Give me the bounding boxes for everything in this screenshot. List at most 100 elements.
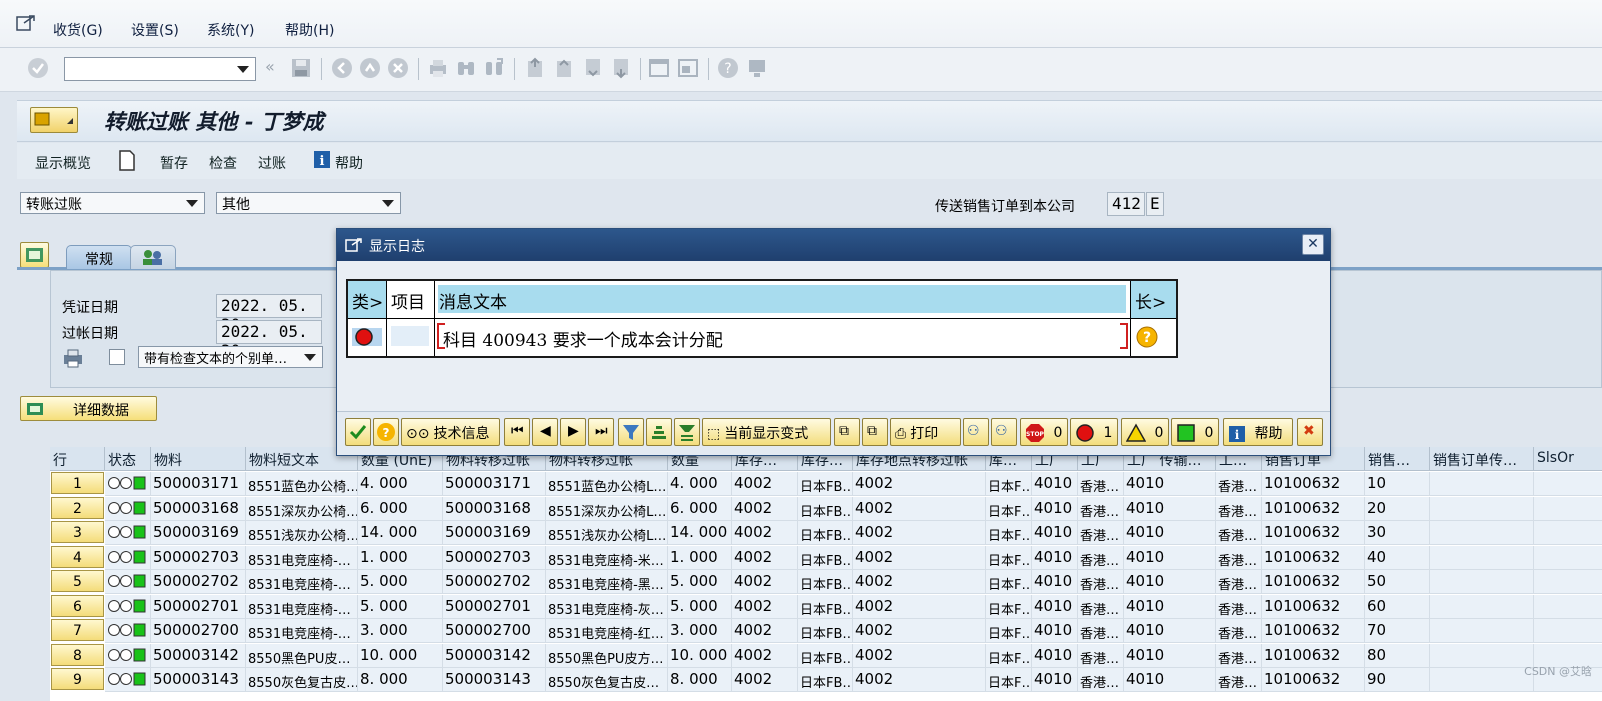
grid-cell-storage-location[interactable]: 4002	[732, 643, 798, 668]
long-text-button[interactable]: ?	[373, 418, 399, 446]
grid-cell-receiving-plant-desc[interactable]: 香港…	[1216, 668, 1262, 692]
grid-cell-receiving-material[interactable]: 500002701	[443, 594, 546, 619]
col-receiving-sales-item-header[interactable]: SlsOr	[1534, 447, 1602, 471]
collapse-button[interactable]: ⧉	[862, 418, 888, 446]
grid-cell-receiving-plant[interactable]: 4010	[1124, 643, 1216, 668]
grid-cell-receiving-sloc-desc[interactable]: 日本F…	[986, 545, 1032, 570]
last-message-button[interactable]: ⏭	[588, 418, 614, 446]
previous-message-button[interactable]: ◀	[532, 418, 558, 446]
previous-page-icon[interactable]	[553, 57, 575, 79]
first-message-button[interactable]: ⏮	[504, 418, 530, 446]
grid-cell-receiving-material-text[interactable]: 8550灰色复古皮…	[546, 668, 668, 692]
current-layout-button[interactable]: ⬚ 当前显示变式	[702, 418, 831, 446]
grid-cell-quantity[interactable]: 8. 000	[358, 668, 443, 692]
col-status-header[interactable]: 状态	[105, 447, 151, 471]
grid-cell-plant[interactable]: 4010	[1032, 668, 1078, 692]
grid-cell-receiving-plant-desc[interactable]: 香港…	[1216, 619, 1262, 643]
long-text-cell[interactable]: ?	[1131, 319, 1176, 356]
stop-filter-button[interactable]: STOP 0	[1020, 418, 1068, 446]
grid-cell-receiving-sales-item[interactable]	[1534, 570, 1602, 594]
grid-cell-storage-location-desc[interactable]: 日本FB…	[798, 668, 853, 692]
grid-cell-receiving-material[interactable]: 500002702	[443, 570, 546, 594]
back-icon[interactable]	[331, 57, 353, 79]
row-selector-button[interactable]: 7	[51, 619, 104, 641]
grid-cell-receiving-quantity[interactable]: 6. 000	[668, 496, 732, 521]
grid-cell-receiving-quantity[interactable]: 8. 000	[668, 668, 732, 692]
dialog-cancel-button[interactable]: ✖	[1297, 418, 1323, 446]
grid-cell-material-text[interactable]: 8531电竞座椅-…	[246, 570, 358, 594]
grid-cell-receiving-quantity[interactable]: 1. 000	[668, 545, 732, 570]
grid-cell-plant[interactable]: 4010	[1032, 594, 1078, 619]
row-selector-button[interactable]: 4	[51, 545, 104, 568]
grid-cell-receiving-quantity[interactable]: 14. 000	[668, 521, 732, 545]
grid-cell-material-text[interactable]: 8551浅灰办公椅…	[246, 521, 358, 545]
grid-cell-plant-desc[interactable]: 香港…	[1078, 472, 1124, 496]
find-button[interactable]: ⚇	[963, 418, 989, 446]
grid-cell-storage-location-desc[interactable]: 日本FB…	[798, 570, 853, 594]
grid-cell-plant[interactable]: 4010	[1032, 545, 1078, 570]
long-text-help-icon[interactable]: ?	[1135, 326, 1159, 350]
grid-cell-sales-order-item[interactable]: 80	[1365, 643, 1430, 668]
new-session-icon[interactable]	[648, 57, 670, 79]
col-item-header[interactable]: 项目	[387, 281, 435, 319]
grid-cell-sales-order-item[interactable]: 20	[1365, 496, 1430, 521]
print-button[interactable]: ⎙ 打印	[890, 418, 961, 446]
grid-cell-receiving-sloc-desc[interactable]: 日本F…	[986, 472, 1032, 496]
grid-cell-receiving-plant[interactable]: 4010	[1124, 545, 1216, 570]
grid-cell-receiving-plant-desc[interactable]: 香港…	[1216, 594, 1262, 619]
grid-cell-material-text[interactable]: 8531电竞座椅-…	[246, 594, 358, 619]
grid-cell-quantity[interactable]: 5. 000	[358, 594, 443, 619]
row-selector-button[interactable]: 2	[51, 496, 104, 519]
grid-cell-receiving-material-text[interactable]: 8551浅灰办公椅L…	[546, 521, 668, 545]
grid-cell-receiving-plant[interactable]: 4010	[1124, 619, 1216, 643]
grid-cell-quantity[interactable]: 14. 000	[358, 521, 443, 545]
grid-cell-sales-order[interactable]: 10100632	[1262, 545, 1365, 570]
grid-cell-receiving-plant[interactable]: 4010	[1124, 668, 1216, 692]
dropdown-arrow-icon[interactable]	[382, 200, 394, 207]
grid-cell-quantity[interactable]: 6. 000	[358, 496, 443, 521]
grid-cell-storage-location-desc[interactable]: 日本FB…	[798, 545, 853, 570]
print-checkbox[interactable]	[109, 349, 125, 365]
tab-partner[interactable]	[130, 245, 176, 269]
grid-cell-storage-location-desc[interactable]: 日本FB…	[798, 619, 853, 643]
col-line-header[interactable]: 行	[50, 447, 105, 471]
find-next-icon[interactable]	[483, 57, 505, 79]
info-icon[interactable]: i	[313, 150, 331, 169]
sort-button[interactable]	[646, 418, 672, 446]
post-button[interactable]: 过账	[258, 153, 286, 173]
col-long-header[interactable]: 长>	[1131, 281, 1176, 319]
grid-cell-storage-location[interactable]: 4002	[732, 496, 798, 521]
check-button[interactable]: 检查	[209, 153, 237, 173]
grid-cell-plant-desc[interactable]: 香港…	[1078, 545, 1124, 570]
grid-cell-receiving-plant-desc[interactable]: 香港…	[1216, 545, 1262, 570]
grid-cell-receiving-plant-desc[interactable]: 香港…	[1216, 570, 1262, 594]
row-selector-button[interactable]: 8	[51, 643, 104, 666]
find-icon[interactable]	[455, 57, 477, 79]
grid-cell-sales-order[interactable]: 10100632	[1262, 472, 1365, 496]
grid-cell-material[interactable]: 500003142	[151, 643, 246, 668]
doc-date-field[interactable]: 2022. 05. 30	[216, 294, 322, 334]
grid-cell-receiving-plant[interactable]: 4010	[1124, 521, 1216, 545]
grid-cell-sales-order[interactable]: 10100632	[1262, 496, 1365, 521]
grid-cell-receiving-plant-desc[interactable]: 香港…	[1216, 643, 1262, 668]
grid-cell-storage-location[interactable]: 4002	[732, 594, 798, 619]
grid-cell-receiving-plant-desc[interactable]: 香港…	[1216, 521, 1262, 545]
grid-cell-receiving-material-text[interactable]: 8551深灰办公椅L…	[546, 496, 668, 521]
grid-cell-receiving-sloc-desc[interactable]: 日本F…	[986, 643, 1032, 668]
grid-cell-receiving-sloc-desc[interactable]: 日本F…	[986, 668, 1032, 692]
grid-cell-plant-desc[interactable]: 香港…	[1078, 496, 1124, 521]
grid-cell-plant-desc[interactable]: 香港…	[1078, 521, 1124, 545]
grid-cell-receiving-sales-order[interactable]	[1430, 545, 1534, 570]
menu-system[interactable]: 系统(Y)	[207, 20, 254, 40]
grid-cell-plant-desc[interactable]: 香港…	[1078, 570, 1124, 594]
grid-cell-receiving-plant-desc[interactable]: 香港…	[1216, 472, 1262, 496]
grid-cell-storage-location[interactable]: 4002	[732, 472, 798, 496]
grid-cell-quantity[interactable]: 1. 000	[358, 545, 443, 570]
customize-layout-icon[interactable]	[746, 57, 768, 79]
grid-cell-material-text[interactable]: 8550黑色PU皮…	[246, 643, 358, 668]
grid-cell-storage-location[interactable]: 4002	[732, 668, 798, 692]
grid-cell-quantity[interactable]: 5. 000	[358, 570, 443, 594]
hold-button[interactable]: 暂存	[160, 153, 188, 173]
grid-cell-receiving-sales-item[interactable]	[1534, 619, 1602, 643]
grid-cell-material[interactable]: 500003143	[151, 668, 246, 692]
